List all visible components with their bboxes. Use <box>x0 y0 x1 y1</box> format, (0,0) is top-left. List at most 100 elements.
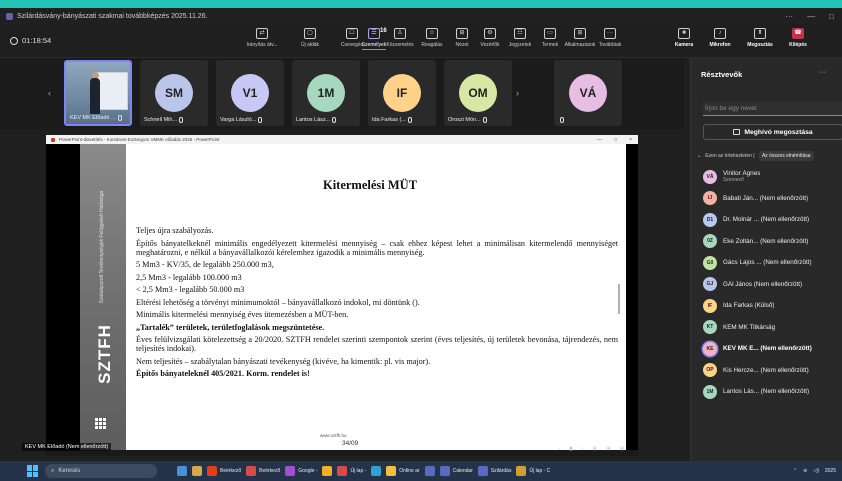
slide-letterbox-right <box>626 144 638 450</box>
more-options-button[interactable]: ··· <box>785 12 793 21</box>
participant-list-item[interactable]: 0ZEke Zoltán... (Nem ellenőrzött)› <box>703 231 842 253</box>
toolbar-button-11[interactable]: ··· Továbbiak <box>592 28 628 48</box>
participant-list-item[interactable]: OPKis Hercze... (Nem ellenőrzött)› <box>703 360 842 382</box>
slide-bullet: Építős bányatelkeknél minimális engedély… <box>136 238 618 257</box>
slide-bullet: < 2,5 Mm3 - legalább 50.000 m3 <box>136 285 245 294</box>
toolbar-label: Vezérlők <box>480 42 500 48</box>
participant-strip: ‹ › KEV MK Előadó ... SM Schnell Mih... V1 V… <box>0 58 684 130</box>
windows-taskbar: ⌕ Keresés Beérkező Beérkező Google - Új lap… <box>0 461 842 481</box>
participant-tile[interactable]: VÁ <box>554 60 622 126</box>
participant-name: Vinitor Ágnes Szervező <box>723 170 760 183</box>
participant-list-item[interactable]: D1Dr. Molnár ... (Nem ellenőrzött)› <box>703 209 842 231</box>
strip-next-arrow-icon[interactable]: › <box>516 88 519 98</box>
participant-list-item[interactable]: KTKEM MK Titkárság› <box>703 317 842 339</box>
taskbar-app[interactable]: Calendar <box>439 466 473 476</box>
taskbar-app[interactable] <box>424 466 435 476</box>
share-invite-button[interactable]: Meghívó megosztása <box>703 124 842 140</box>
panel-more-button[interactable]: ··· <box>819 69 826 76</box>
participant-list-item[interactable]: IJBabati Ján... (Nem ellenőrzött)› <box>703 188 842 210</box>
title-bar: Szilárdásvány-bányászati szakmai továbbk… <box>0 8 842 24</box>
participant-list-item[interactable]: KEKEV MK E... (Nem ellenőrzött)› <box>703 338 842 360</box>
maximize-button[interactable]: □ <box>829 12 834 21</box>
participant-list-item[interactable]: IFIda Farkas (Külső)› <box>703 295 842 317</box>
powerpoint-window-title: PowerPoint-diavetítés - Komárom-Esztergo… <box>59 137 220 142</box>
taskbar-app[interactable] <box>371 466 382 476</box>
pp-maximize-icon[interactable]: □ <box>614 137 617 143</box>
participant-search-input[interactable]: Írjon be egy nevet <box>703 102 842 116</box>
participant-tile-name: KEV MK Előadó ... <box>70 115 126 121</box>
windows-start-icon[interactable] <box>27 465 39 477</box>
slideshow-nav-icons[interactable]: ‹ ▮ › ⊞ ⊞ ⊞ <box>558 446 628 452</box>
participant-name-text: KEM MK Titkárság <box>723 323 776 331</box>
tray-chevron-icon[interactable]: ⌃ <box>793 468 797 474</box>
taskbar-apps: Beérkező Beérkező Google - Új lap - Online a… <box>177 466 550 476</box>
participant-list-item[interactable]: G0Gács Lajos ... (Nem ellenőrzött)› <box>703 252 842 274</box>
toolbar-button-13[interactable]: ♪ Mikrofon <box>702 28 738 48</box>
taskbar-app[interactable]: Szilárdás <box>477 466 512 476</box>
timer-icon <box>10 36 18 45</box>
chevron-down-icon: ⌄ <box>697 153 702 159</box>
slide-scrollbar[interactable] <box>618 284 620 314</box>
toolbar-button-15[interactable]: ☎ Kilépés <box>780 28 816 48</box>
toolbar-button-4[interactable]: ♙ Közzemelés <box>382 28 418 48</box>
taskbar-app[interactable]: Új lap - <box>337 466 366 476</box>
pp-close-icon[interactable]: × <box>629 137 632 143</box>
volume-icon[interactable]: ◁) <box>813 468 819 474</box>
taskbar-app[interactable]: Google - <box>285 466 317 476</box>
toolbar-button-14[interactable]: ⬆ Megosztás <box>742 28 778 48</box>
participant-list-item[interactable]: 1MLantos Lás... (Nem ellenőrzött)› <box>703 381 842 403</box>
slide-bullet: Minimális kitermelési mennyiség éves üte… <box>136 310 349 319</box>
taskbar-search[interactable]: ⌕ Keresés <box>45 464 157 478</box>
participant-tile[interactable]: V1 Varga László... <box>216 60 284 126</box>
participant-name: Lantos Lás... (Nem ellenőrzött) <box>723 388 809 395</box>
taskbar-app[interactable]: Új lap - C <box>516 466 550 476</box>
toolbar-icon: ⇄ <box>256 28 268 39</box>
toolbar-icon: ▢ <box>304 28 316 39</box>
participant-name-text: Babati Ján... (Nem ellenőrzött) <box>723 194 809 202</box>
mic-muted-icon <box>560 117 564 123</box>
tray-clock[interactable]: 2025 <box>825 468 836 474</box>
taskbar-app[interactable] <box>177 466 187 476</box>
wifi-icon[interactable]: ≋ <box>803 468 807 474</box>
presenter-video-tile[interactable]: KEV MK Előadó ... <box>64 60 132 126</box>
participant-avatar: KT <box>703 320 717 335</box>
toolbar-icon: ··· <box>604 28 616 39</box>
participant-tile[interactable]: SM Schnell Mih... <box>140 60 208 126</box>
toolbar-label: Továbbiak <box>598 42 622 48</box>
participant-avatar: GJ <box>703 277 717 292</box>
participant-name: KEV MK E... (Nem ellenőrzött) <box>723 345 812 352</box>
toolbar-button-1[interactable]: ▢ Új aldák <box>292 28 328 48</box>
toolbar-icon: ⊞ <box>574 28 586 39</box>
participant-role: Szervező <box>723 177 744 184</box>
participant-tile[interactable]: OM Oroszi Món... <box>444 60 512 126</box>
taskbar-app[interactable] <box>192 466 202 476</box>
slide-bullet: „Tartalék” területek, területfoglalások … <box>136 322 325 332</box>
participant-list-item[interactable]: VÁVinitor ÁgnesSzervező› <box>703 166 842 188</box>
shared-slide: Szabályozott Tevékenységek Felügyeleti H… <box>80 144 626 450</box>
powerpoint-icon <box>51 137 55 142</box>
taskbar-app[interactable]: Beérkező <box>246 466 280 476</box>
app-icon <box>477 466 488 476</box>
taskbar-app[interactable] <box>322 466 333 476</box>
minimize-button[interactable]: — <box>807 12 815 21</box>
taskbar-app[interactable]: Beérkező <box>207 466 241 476</box>
participant-name-text: Vinitor Ágnes <box>723 170 761 178</box>
participant-tile[interactable]: 1M Lantos Lász... <box>292 60 360 126</box>
participant-list-item[interactable]: GJGÁl János (Nem ellenőrzött)› <box>703 274 842 296</box>
toolbar-button-0[interactable]: ⇄ Irányítás átv... <box>244 28 280 48</box>
participant-avatar: VÁ <box>569 74 607 112</box>
participant-avatar: IF <box>383 74 421 112</box>
participant-tile[interactable]: IF Ida Farkas (... <box>368 60 436 126</box>
participant-list: VÁVinitor ÁgnesSzervező›IJBabati Ján... … <box>703 166 842 403</box>
meeting-section-header[interactable]: ⌄ Ezen az értekezleten ( Az összes elném… <box>697 151 842 161</box>
pp-minimize-icon[interactable]: — <box>597 137 602 143</box>
participant-name: GÁl János (Nem ellenőrzött) <box>723 281 802 288</box>
app-icon <box>337 466 348 476</box>
taskbar-app[interactable]: Online ar <box>386 466 420 476</box>
participant-tile-name: Ida Farkas (... <box>372 117 432 123</box>
mute-all-button[interactable]: Az összes elnémítása <box>758 151 814 161</box>
strip-prev-arrow-icon[interactable]: ‹ <box>48 88 51 98</box>
toolbar-button-12[interactable]: ■ Kamera <box>666 28 702 48</box>
toolbar-label: Kilépés <box>789 42 807 48</box>
taskbar-app-label: Szilárdás <box>490 468 512 474</box>
